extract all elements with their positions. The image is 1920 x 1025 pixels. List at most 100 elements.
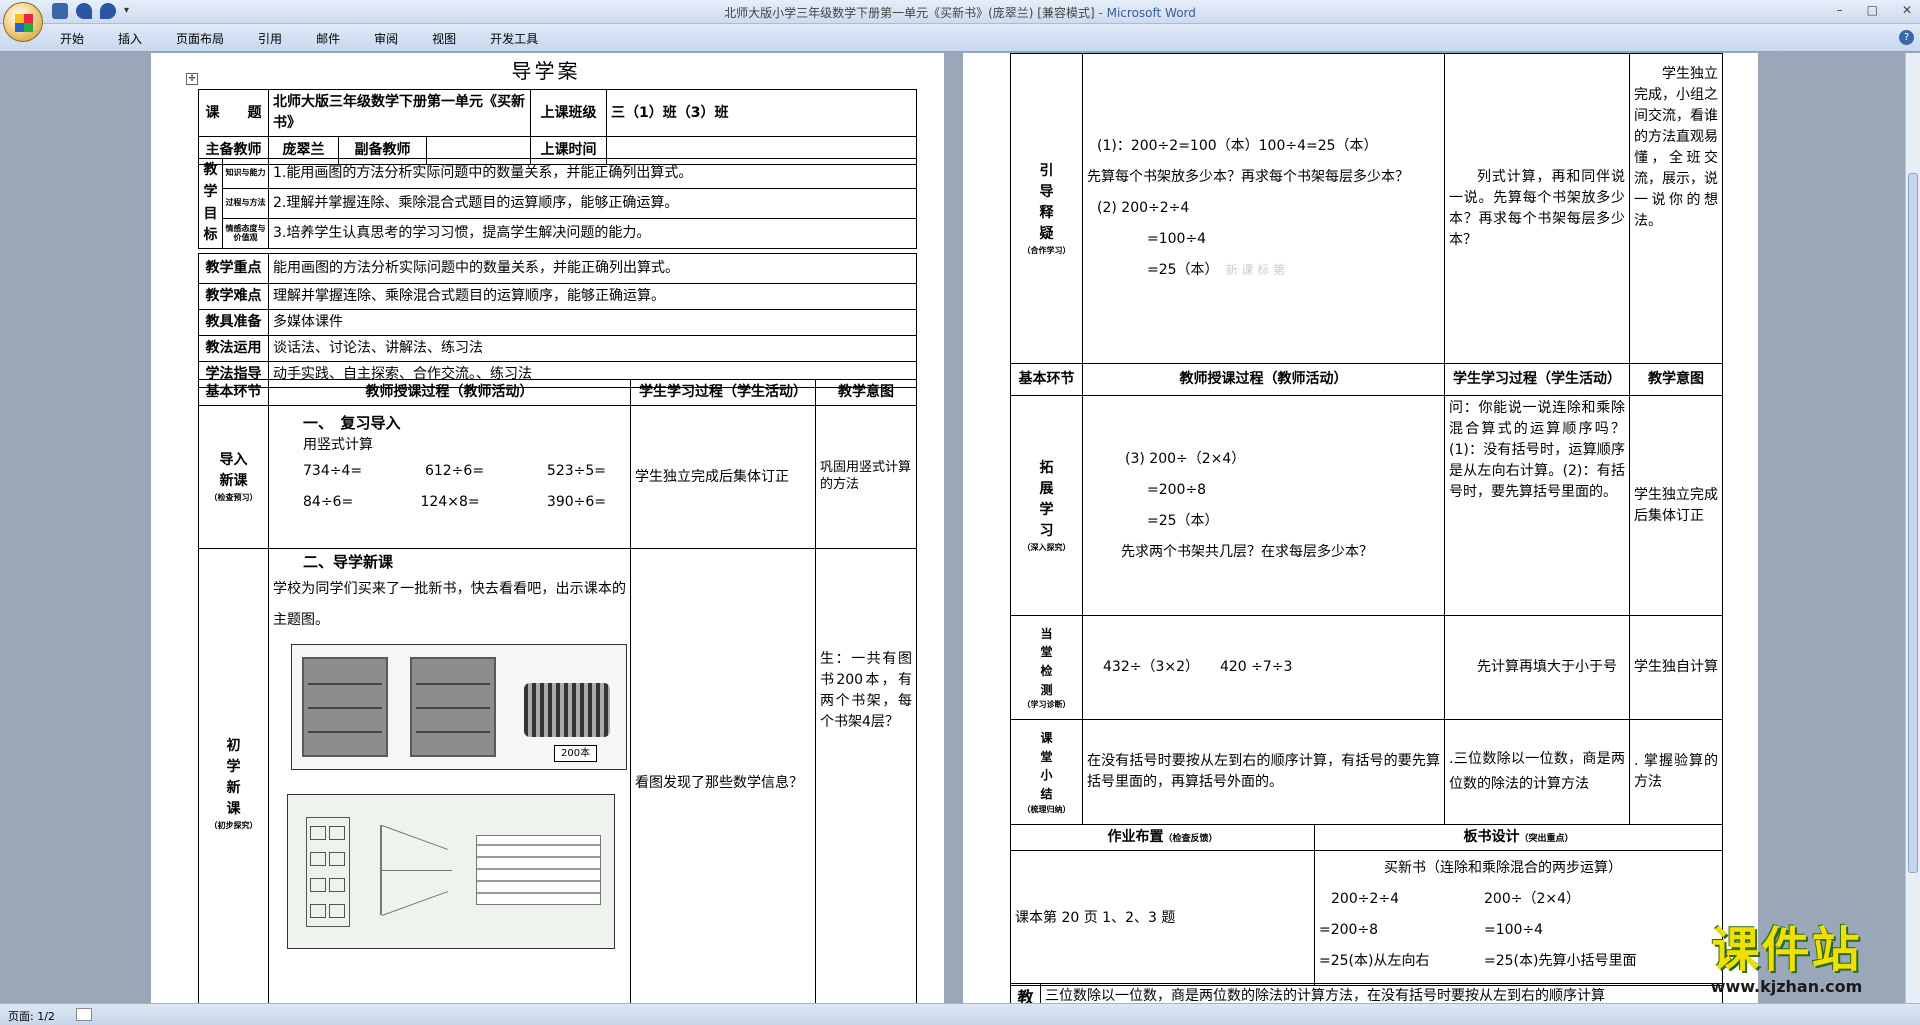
maximize-icon[interactable]: □: [1867, 3, 1878, 17]
ribbon: 开始 插入 页面布局 引用 邮件 审阅 视图 开发工具 ?: [0, 24, 1920, 52]
site-logo: 课件站 www.kjzhan.com: [1669, 922, 1904, 1002]
title-bar: ▾ 北师大版小学三年级数学下册第一单元《买新书》(庞翠兰) [兼容模式] - M…: [0, 0, 1920, 24]
scrollbar-thumb[interactable]: [1908, 173, 1918, 873]
teacher-header-2: 教师授课过程（教师活动）: [1082, 363, 1445, 396]
window-controls: – □ ✕: [1837, 3, 1912, 17]
phase-intro: 导入 新课 （检查预习）: [198, 405, 269, 549]
new-text: 学校为同学们买来了一批新书，快去看看吧，出示课本的主题图。: [273, 580, 626, 628]
watermark-text: 新 课 标 第: [1225, 263, 1285, 277]
topic-value[interactable]: 北师大版三年级数学下册第一单元《买新书》: [267, 89, 532, 137]
tools-value[interactable]: 多媒体课件: [268, 309, 917, 336]
logo-url: www.kjzhan.com: [1710, 977, 1863, 996]
intro-heading: 一、 复习导入: [303, 414, 401, 432]
goals-label: 教学目标: [198, 158, 223, 249]
tab-insert[interactable]: 插入: [118, 30, 142, 47]
page-2: 引导释疑 （合作学习） (1)：200÷2=100（本）100÷4=25（本） …: [963, 53, 1758, 1003]
teacher-header: 教师授课过程（教师活动）: [268, 379, 631, 406]
tools-label: 教具准备: [198, 309, 269, 336]
reflection-text[interactable]: 三位数除以一位数，商是两位数的除法的计算方法，在没有括号时要按从左到右的顺序计算: [1040, 983, 1723, 1003]
board-content[interactable]: 买新书（连除和乘除混合的两步运算） 200÷2÷4 200÷（2×4） =200÷…: [1314, 850, 1723, 986]
tab-references[interactable]: 引用: [258, 30, 282, 47]
process-table-continued: 引导释疑 （合作学习） (1)：200÷2=100（本）100÷4=25（本） …: [1010, 53, 1723, 825]
goal-1[interactable]: 1.能用画图的方法分析实际问题中的数量关系，并能正确列出算式。: [268, 158, 917, 189]
difficulty-label: 教学难点: [198, 283, 269, 310]
guide-line-5: =25（本） 新 课 标 第: [1147, 262, 1285, 278]
intro-intent-cell[interactable]: 巩固用竖式计算的方法: [815, 405, 917, 549]
board-row-2: =200÷8 =100÷4: [1319, 922, 1544, 938]
check-teacher-cell[interactable]: 432÷（3×2） 420 ÷7÷3: [1082, 615, 1445, 720]
office-button[interactable]: [3, 2, 43, 42]
intent-header: 教学意图: [815, 379, 917, 406]
intro-student-cell[interactable]: 学生独立完成后集体订正: [630, 405, 816, 549]
goal-type-process: 过程与方法: [225, 198, 266, 208]
tab-page-layout[interactable]: 页面布局: [176, 30, 224, 47]
intent-header-2: 教学意图: [1629, 363, 1723, 396]
phase-expand: 拓展学习 （深入探究）: [1010, 395, 1083, 616]
page-title: 导学案: [511, 59, 581, 83]
phase-header-2: 基本环节: [1010, 363, 1083, 396]
student-header: 学生学习过程（学生活动）: [630, 379, 816, 406]
expand-student-cell[interactable]: 问：你能说一说连除和乘除混合算式的运算顺序吗？(1)：没有括号时，运算顺序是从左…: [1444, 395, 1630, 616]
key-point-label: 教学重点: [198, 253, 269, 284]
tab-home[interactable]: 开始: [60, 30, 84, 47]
goal-2[interactable]: 2.理解并掌握连除、乘除混合式题目的运算顺序，能够正确运算。: [268, 188, 917, 219]
homework-text[interactable]: 课本第 20 页 1、2、3 题: [1010, 850, 1315, 986]
check-student-cell[interactable]: 先计算再填大于小于号: [1444, 615, 1630, 720]
key-point-value[interactable]: 能用画图的方法分析实际问题中的数量关系，并能正确列出算式。: [268, 253, 917, 284]
method-label: 教法运用: [198, 335, 269, 362]
goal-3[interactable]: 3.培养学生认真思考的学习习惯，提高学生解决问题的能力。: [268, 218, 917, 249]
summary-student-cell[interactable]: .三位数除以一位数，商是两位数的除法的计算方法: [1444, 719, 1630, 825]
phase-guide: 引导释疑 （合作学习）: [1010, 53, 1083, 364]
help-icon[interactable]: ?: [1899, 30, 1914, 45]
intro-teacher-cell[interactable]: 一、 复习导入 用竖式计算 734÷4= 612÷6= 523÷5= 84÷6= 12…: [268, 405, 631, 549]
overview-table: 教学重点 能用画图的方法分析实际问题中的数量关系，并能正确列出算式。 教学难点 理解…: [198, 253, 917, 388]
new-teacher-cell[interactable]: 二、导学新课 学校为同学们买来了一批新书，快去看看吧，出示课本的主题图。 200…: [268, 548, 631, 1003]
lesson-info-table: 课 题 北师大版三年级数学下册第一单元《买新书》 上课班级 三（1）班（3）班 …: [198, 89, 918, 165]
tab-view[interactable]: 视图: [432, 30, 456, 47]
board-row-1: 200÷2÷4 200÷（2×4）: [1331, 891, 1580, 907]
guide-intent-cell[interactable]: 学生独立完成，小组之间交流，看谁的方法直观易懂，全班交流，展示，说一说你的想法。: [1629, 53, 1723, 364]
vertical-scrollbar[interactable]: [1905, 53, 1920, 1003]
guide-line-3: (2) 200÷2÷4: [1097, 200, 1190, 216]
homework-board-table: 作业布置（检查反馈） 板书设计（突出重点） 课本第 20 页 1、2、3 题 买…: [1010, 824, 1723, 986]
table-move-handle-icon[interactable]: ✛: [186, 73, 198, 85]
check-intent-cell[interactable]: 学生独自计算: [1629, 615, 1723, 720]
tab-mailings[interactable]: 邮件: [316, 30, 340, 47]
summary-teacher-cell[interactable]: 在没有括号时要按从左到右的顺序计算，有括号的要先算括号里面的，再算括号外面的。: [1082, 719, 1445, 825]
guide-teacher-cell[interactable]: (1)：200÷2=100（本）100÷4=25（本） 先算每个书架放多少本？再…: [1082, 53, 1445, 364]
new-heading: 二、导学新课: [303, 553, 394, 571]
guide-line-2: 先算每个书架放多少本？再求每个书架每层多少本？: [1087, 169, 1409, 185]
minimize-icon[interactable]: –: [1837, 3, 1843, 17]
logo-text: 课件站: [1711, 922, 1862, 978]
calc-row-1: 734÷4= 612÷6= 523÷5=: [303, 462, 606, 479]
tab-review[interactable]: 审阅: [374, 30, 398, 47]
new-student-cell[interactable]: 看图发现了那些数学信息？: [630, 548, 816, 1003]
phase-check: 当堂检测 （学习诊断）: [1010, 615, 1083, 720]
reflection-label: 教: [1010, 983, 1041, 1003]
new-intent-cell[interactable]: 生：一共有图书200本，有两个书架，每个书架4层？: [815, 548, 917, 1003]
guide-line-1: (1)：200÷2=100（本）100÷4=25（本）: [1097, 138, 1378, 154]
method-value[interactable]: 谈话法、讨论法、讲解法、练习法: [268, 335, 917, 362]
expand-line-3: =25（本）: [1147, 512, 1219, 529]
board-title: 板书设计（突出重点）: [1314, 824, 1723, 851]
intro-subheading: 用竖式计算: [303, 436, 373, 453]
expand-line-4: 先求两个书架共几层？在求每层多少本？: [1121, 543, 1373, 560]
close-icon[interactable]: ✕: [1902, 3, 1912, 17]
expand-intent-cell[interactable]: 学生独立完成后集体订正: [1629, 395, 1723, 616]
window-title: 北师大版小学三年级数学下册第一单元《买新书》(庞翠兰) [兼容模式] - Mic…: [724, 6, 1196, 20]
topic-label: 课 题: [198, 89, 269, 137]
process-table: 基本环节 教师授课过程（教师活动） 学生学习过程（学生活动） 教学意图 导入 新课…: [198, 379, 917, 1003]
goal-type-attitude: 情感态度与价值观: [225, 223, 266, 242]
difficulty-value[interactable]: 理解并掌握连除、乘除混合式题目的运算顺序，能够正确运算。: [268, 283, 917, 310]
summary-intent-cell[interactable]: . 掌握验算的方法: [1629, 719, 1723, 825]
class-value[interactable]: 三（1）班（3）班: [606, 89, 918, 137]
phase-header: 基本环节: [198, 379, 269, 406]
page-indicator[interactable]: 页面: 1/2: [8, 1008, 55, 1024]
tab-developer[interactable]: 开发工具: [490, 30, 538, 47]
goal-type-knowledge: 知识与能力: [225, 168, 266, 178]
student-header-2: 学生学习过程（学生活动）: [1444, 363, 1630, 396]
expand-teacher-cell[interactable]: (3) 200÷（2×4） =200÷8 =25（本） 先求两个书架共几层？在求…: [1082, 395, 1445, 616]
status-bar: 页面: 1/2: [0, 1003, 1920, 1025]
guide-student-cell[interactable]: 列式计算，再和同伴说一说。先算每个书架放多少本？再求每个书架每层多少本？: [1444, 53, 1630, 364]
proofing-icon[interactable]: [76, 1008, 92, 1021]
